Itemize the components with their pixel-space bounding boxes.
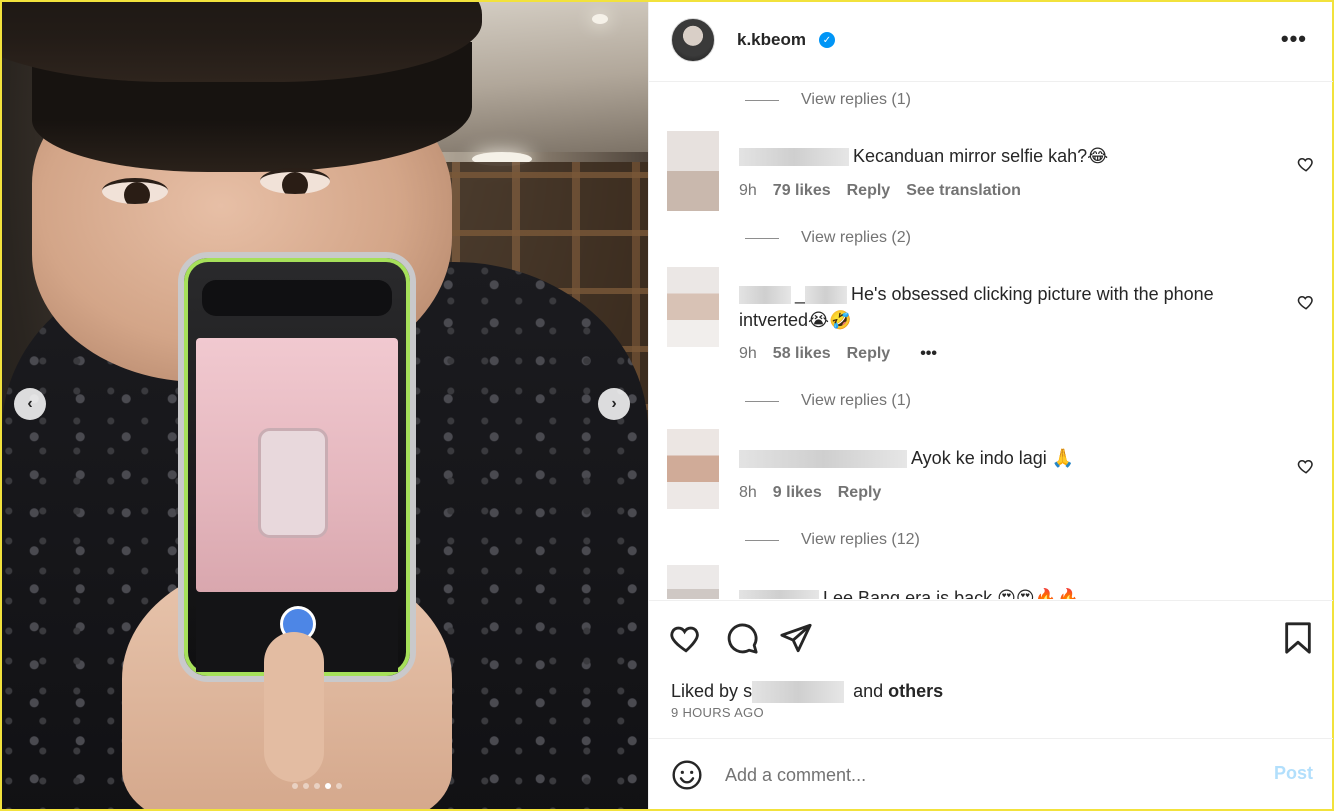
carousel-dot <box>336 783 342 789</box>
reflected-phone <box>258 428 328 538</box>
bookmark-icon[interactable] <box>1281 621 1315 655</box>
comment-like-heart-icon[interactable] <box>1297 155 1315 173</box>
view-replies-toggle[interactable]: View replies (12) <box>745 531 920 549</box>
comment-emoji: 😍😍🔥🔥 <box>997 588 1080 599</box>
post-media[interactable]: ‹ › <box>2 2 648 809</box>
phone-top-bar <box>202 280 392 316</box>
comment-body: Kecanduan mirror selfie kah? <box>853 146 1088 166</box>
liked-by-line: Liked by s and others <box>671 681 943 704</box>
person-eye <box>260 168 330 194</box>
phone-screen <box>196 338 398 592</box>
comment-meta: 9h 79 likes Reply See translation <box>739 182 1021 200</box>
add-comment-input[interactable] <box>725 761 1245 789</box>
author-username[interactable]: k.kbeom <box>737 30 806 50</box>
comment-emoji: 🙏 <box>1051 448 1075 469</box>
comment-time: 9h <box>739 345 757 362</box>
comment-meta: 8h 9 likes Reply <box>739 484 881 502</box>
view-replies-toggle[interactable]: View replies (1) <box>745 392 911 410</box>
comment-meta: 9h 58 likes Reply ••• <box>739 345 937 363</box>
emoji-icon[interactable] <box>671 759 703 791</box>
liked-by-conj: and <box>853 681 884 701</box>
view-replies-toggle[interactable]: View replies (1) <box>745 91 911 109</box>
held-phone <box>178 252 416 682</box>
commenter-username-blurred[interactable] <box>739 590 819 599</box>
comment-like-heart-icon[interactable] <box>1297 293 1315 311</box>
carousel-dots <box>292 783 342 789</box>
commenter-username-fragment: _ <box>795 284 806 304</box>
view-replies-label: View replies (12) <box>801 531 920 548</box>
chevron-left-icon: ‹ <box>27 395 33 412</box>
person-thumb <box>264 632 324 782</box>
commenter-avatar[interactable] <box>667 429 719 509</box>
comment-time: 9h <box>739 182 757 199</box>
comment-emoji: 😂 <box>1087 146 1109 167</box>
comment-reply-button[interactable]: Reply <box>838 484 882 502</box>
reply-divider-line <box>745 539 779 541</box>
comment-text: Kecanduan mirror selfie kah?😂 <box>739 143 1259 170</box>
carousel-dot <box>292 783 298 789</box>
more-options-icon[interactable]: ••• <box>1281 26 1307 52</box>
commenter-username-blurred[interactable] <box>739 286 791 305</box>
heart-icon[interactable] <box>669 621 703 655</box>
view-replies-toggle[interactable]: View replies (2) <box>745 229 911 247</box>
liked-by-username-blurred[interactable] <box>752 681 845 704</box>
ceiling-lamp <box>592 14 608 24</box>
person-eye <box>102 178 168 204</box>
liked-by-initial: s <box>743 681 753 701</box>
post-timestamp[interactable]: 9 HOURS AGO <box>671 705 764 720</box>
reply-divider-line <box>745 400 779 402</box>
comment-text: _ He's obsessed clicking picture with the… <box>739 281 1259 334</box>
commenter-avatar[interactable] <box>667 131 719 211</box>
liked-by-prefix: Liked by <box>671 681 739 701</box>
view-replies-label: View replies (1) <box>801 91 911 108</box>
reply-divider-line <box>745 237 779 239</box>
view-replies-label: View replies (2) <box>801 229 911 246</box>
commenter-username-blurred[interactable] <box>739 148 849 167</box>
comment-reply-button[interactable]: Reply <box>847 182 891 200</box>
carousel-dot <box>314 783 320 789</box>
view-replies-label: View replies (1) <box>801 392 911 409</box>
comment-emoji: 😭🤣 <box>808 310 852 331</box>
comment-like-heart-icon[interactable] <box>1297 457 1315 475</box>
post-comment-button[interactable]: Post <box>1274 763 1313 784</box>
comment-reply-button[interactable]: Reply <box>847 345 891 363</box>
comment-text: Lee Bang era is back 😍😍🔥🔥 <box>739 585 1259 599</box>
carousel-next-button[interactable]: › <box>598 388 630 420</box>
carousel-dot <box>303 783 309 789</box>
reply-divider-line <box>745 99 779 101</box>
post-side-panel: k.kbeom ✓ ••• View replies (1) Kecanduan… <box>648 2 1333 809</box>
author-avatar[interactable] <box>671 18 715 62</box>
comments-list[interactable]: View replies (1) Kecanduan mirror selfie… <box>649 83 1333 599</box>
comment-more-icon[interactable]: ••• <box>920 345 937 363</box>
carousel-prev-button[interactable]: ‹ <box>14 388 46 420</box>
comment-body: Ayok ke indo lagi <box>911 448 1047 468</box>
comment-likes-count[interactable]: 79 likes <box>773 182 831 200</box>
carousel-dot-active <box>325 783 331 789</box>
commenter-avatar[interactable] <box>667 565 719 599</box>
see-translation-link[interactable]: See translation <box>906 182 1021 200</box>
commenter-username-blurred[interactable] <box>739 450 907 469</box>
chevron-right-icon: › <box>611 395 617 412</box>
comment-composer: Post <box>649 738 1333 809</box>
commenter-avatar[interactable] <box>667 267 719 347</box>
liked-by-others-link[interactable]: others <box>888 681 943 701</box>
comment-body: Lee Bang era is back <box>823 588 993 599</box>
verified-badge-icon: ✓ <box>819 32 835 48</box>
post-actions: Liked by s and others 9 HOURS AGO <box>649 600 1333 738</box>
post-header: k.kbeom ✓ ••• <box>649 2 1333 82</box>
comment-icon[interactable] <box>725 621 759 655</box>
comment-text: Ayok ke indo lagi 🙏 <box>739 445 1259 472</box>
comment-time: 8h <box>739 484 757 501</box>
share-icon[interactable] <box>779 621 813 655</box>
commenter-username-blurred <box>805 286 848 305</box>
comment-likes-count[interactable]: 9 likes <box>773 484 822 502</box>
comment-likes-count[interactable]: 58 likes <box>773 345 831 363</box>
